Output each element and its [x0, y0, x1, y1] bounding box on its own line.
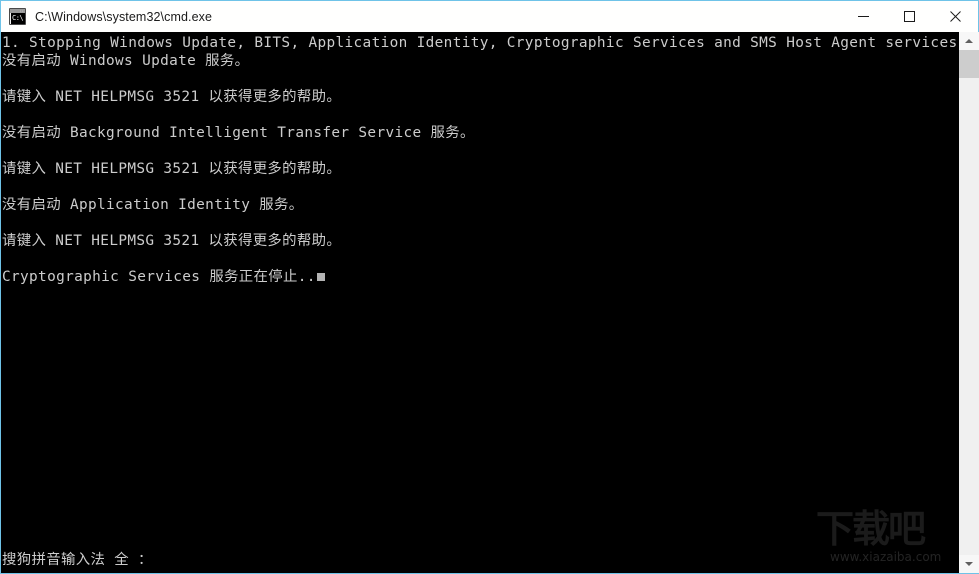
- scrollbar-thumb[interactable]: [959, 50, 979, 78]
- scrollbar-track[interactable]: [959, 50, 979, 555]
- minimize-button[interactable]: [840, 1, 886, 32]
- console-text: 1. Stopping Windows Update, BITS, Applic…: [2, 34, 978, 286]
- window-title: C:\Windows\system32\cmd.exe: [35, 9, 213, 24]
- watermark: 下载吧 www.xiazaiba.com: [816, 507, 956, 569]
- close-icon: [949, 11, 961, 22]
- cmd-icon[interactable]: ▫▫ C:\: [9, 8, 26, 25]
- close-button[interactable]: [932, 1, 978, 32]
- ime-status-line: 搜狗拼音输入法 全 ：: [2, 552, 153, 568]
- cmd-icon-prompt: C:\: [11, 13, 25, 24]
- scroll-up-button[interactable]: [959, 32, 979, 50]
- console-line: 请键入 NET HELPMSG 3521 以获得更多的帮助。: [2, 233, 342, 249]
- watermark-url: www.xiazaiba.com: [830, 550, 942, 564]
- console-line: 请键入 NET HELPMSG 3521 以获得更多的帮助。: [2, 89, 342, 105]
- console-line: 请键入 NET HELPMSG 3521 以获得更多的帮助。: [2, 161, 342, 177]
- chevron-up-icon: [965, 39, 973, 43]
- console-line: 1. Stopping Windows Update, BITS, Applic…: [2, 35, 978, 51]
- vertical-scrollbar[interactable]: [958, 32, 979, 573]
- block-cursor: [316, 273, 325, 281]
- maximize-button[interactable]: [886, 1, 932, 32]
- maximize-icon: [903, 11, 915, 22]
- console-line: Cryptographic Services 服务正在停止..: [2, 268, 957, 286]
- cmd-window: ▫▫ C:\ C:\Windows\system32\cmd.exe 1. St…: [0, 0, 979, 574]
- titlebar[interactable]: ▫▫ C:\ C:\Windows\system32\cmd.exe: [1, 1, 978, 32]
- window-controls: [840, 1, 978, 32]
- watermark-text: 下载吧: [816, 507, 926, 551]
- console-output-area[interactable]: 1. Stopping Windows Update, BITS, Applic…: [1, 32, 978, 573]
- scroll-down-button[interactable]: [959, 555, 979, 573]
- chevron-down-icon: [965, 562, 973, 566]
- minimize-icon: [857, 16, 869, 17]
- console-line: 没有启动 Application Identity 服务。: [2, 197, 304, 213]
- console-line: 没有启动 Windows Update 服务。: [2, 53, 250, 69]
- console-line: 没有启动 Background Intelligent Transfer Ser…: [2, 125, 475, 141]
